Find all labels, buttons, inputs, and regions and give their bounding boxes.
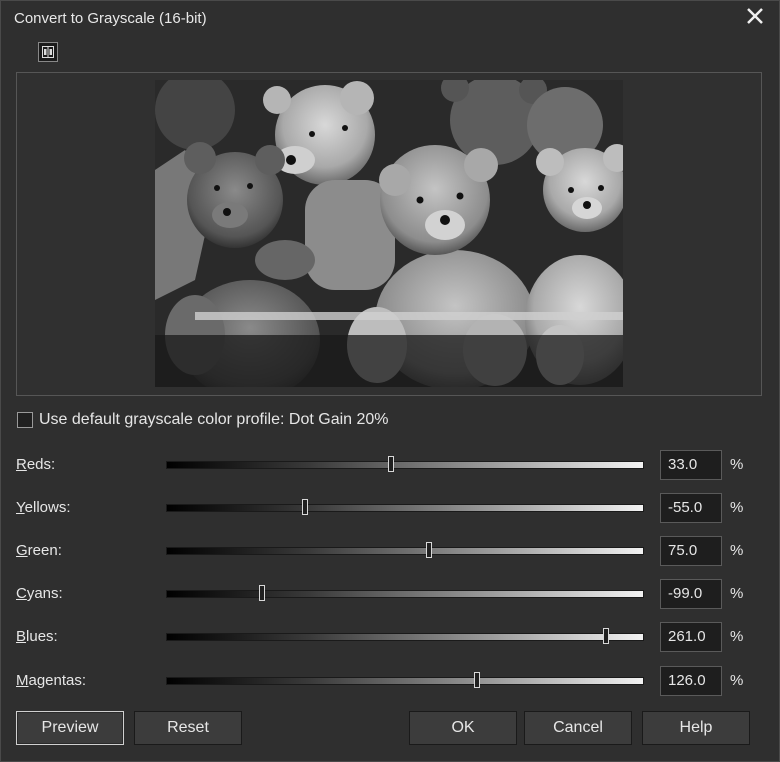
slider-track-blues[interactable]	[166, 633, 644, 641]
slider-row-reds: Reds: 33.0%	[0, 450, 780, 480]
value-input-yellows[interactable]: -55.0	[660, 493, 722, 523]
preview-image	[155, 80, 623, 387]
close-icon[interactable]	[744, 5, 766, 27]
slider-label-magentas: Magentas:	[16, 672, 87, 689]
slider-row-cyans: Cyans: -99.0%	[0, 579, 780, 609]
value-input-green[interactable]: 75.0	[660, 536, 722, 566]
preview-button[interactable]: Preview	[16, 711, 124, 745]
slider-label-cyans: Cyans:	[16, 585, 63, 602]
value-input-reds[interactable]: 33.0	[660, 450, 722, 480]
slider-thumb-green[interactable]	[425, 542, 432, 558]
slider-thumb-cyans[interactable]	[258, 585, 265, 601]
slider-thumb-magentas[interactable]	[473, 672, 480, 688]
slider-label-yellows: Yellows:	[16, 499, 71, 516]
percent-unit: %	[730, 628, 744, 645]
help-button[interactable]: Help	[642, 711, 750, 745]
cancel-button[interactable]: Cancel	[524, 711, 632, 745]
slider-track-green[interactable]	[166, 547, 644, 555]
slider-thumb-blues[interactable]	[602, 628, 609, 644]
slider-track-cyans[interactable]	[166, 590, 644, 598]
slider-row-magentas: Magentas: 126.0%	[0, 666, 780, 696]
value-input-magentas[interactable]: 126.0	[660, 666, 722, 696]
slider-row-yellows: Yellows: -55.0%	[0, 493, 780, 523]
default-profile-checkbox[interactable]	[17, 412, 33, 428]
ok-button[interactable]: OK	[409, 711, 517, 745]
default-profile-label: Use default grayscale color profile: Dot…	[39, 411, 389, 428]
slider-row-blues: Blues: 261.0%	[0, 622, 780, 652]
slider-track-yellows[interactable]	[166, 504, 644, 512]
slider-label-green: Green:	[16, 542, 62, 559]
slider-track-magentas[interactable]	[166, 677, 644, 685]
slider-label-blues: Blues:	[16, 628, 58, 645]
value-input-cyans[interactable]: -99.0	[660, 579, 722, 609]
value-input-blues[interactable]: 261.0	[660, 622, 722, 652]
percent-unit: %	[730, 585, 744, 602]
slider-row-green: Green: 75.0%	[0, 536, 780, 566]
slider-track-reds[interactable]	[166, 461, 644, 469]
slider-label-reds: Reds:	[16, 456, 56, 473]
reset-button[interactable]: Reset	[134, 711, 242, 745]
percent-unit: %	[730, 499, 744, 516]
percent-unit: %	[730, 456, 744, 473]
percent-unit: %	[730, 672, 744, 689]
percent-unit: %	[730, 542, 744, 559]
split-view-icon[interactable]	[38, 42, 58, 62]
slider-thumb-yellows[interactable]	[301, 499, 308, 515]
dialog-title: Convert to Grayscale (16-bit)	[14, 10, 207, 27]
slider-thumb-reds[interactable]	[387, 456, 394, 472]
